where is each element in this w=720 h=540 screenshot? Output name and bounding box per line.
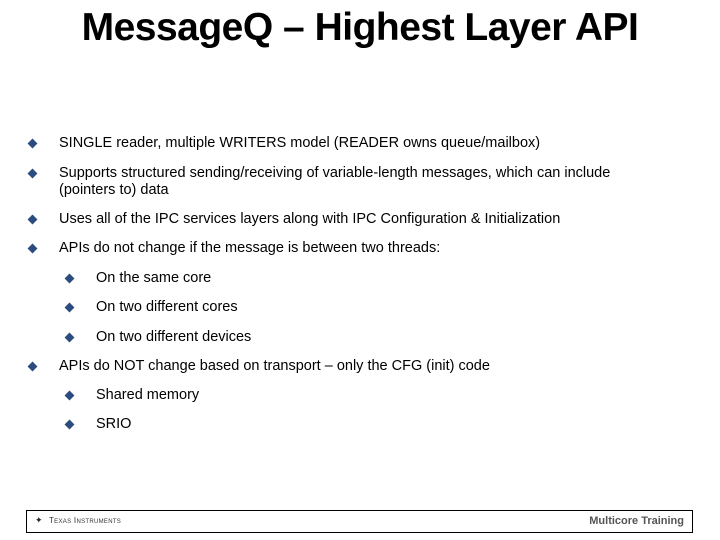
bullet-item: APIs do NOT change based on transport – … (27, 358, 649, 375)
bullet-text: Uses all of the IPC services layers alon… (59, 211, 561, 227)
texas-instruments-logo-icon: ✦ (35, 515, 43, 525)
bullet-text: SRIO (96, 416, 132, 432)
texas-instruments-logo: ✦ Texas Instruments (35, 515, 122, 526)
sub-bullet-item: SRIO (64, 416, 626, 433)
bullet-text: APIs do NOT change based on transport – … (59, 358, 490, 374)
sub-bullet-item: Shared memory (64, 387, 626, 404)
diamond-bullet-icon (64, 302, 75, 313)
bullet-text: Supports structured sending/receiving of… (59, 165, 611, 198)
slide-footer: ✦ Texas Instruments Multicore Training (26, 510, 693, 533)
bullet-text: APIs do not change if the message is bet… (59, 240, 441, 256)
sub-bullet-item: On two different cores (64, 299, 626, 316)
diamond-bullet-icon (27, 214, 38, 225)
bullet-text: On two different cores (96, 299, 238, 315)
bullet-item: APIs do not change if the message is bet… (27, 240, 649, 257)
bullet-text: On the same core (96, 270, 212, 286)
diamond-bullet-icon (64, 419, 75, 430)
sub-bullet-item: On the same core (64, 270, 626, 287)
bullet-item: Uses all of the IPC services layers alon… (27, 211, 649, 228)
bullet-text: Shared memory (96, 387, 200, 403)
diamond-bullet-icon (64, 273, 75, 284)
diamond-bullet-icon (27, 168, 38, 179)
diamond-bullet-icon (27, 361, 38, 372)
bullet-item: Supports structured sending/receiving of… (27, 165, 649, 199)
diamond-bullet-icon (64, 390, 75, 401)
footer-right-text: Multicore Training (589, 515, 684, 527)
diamond-bullet-icon (64, 332, 75, 343)
bullet-text: On two different devices (96, 329, 252, 345)
slide-title: MessageQ – Highest Layer API (81, 6, 639, 49)
logo-text: Texas Instruments (49, 516, 122, 525)
bullet-item: SINGLE reader, multiple WRITERS model (R… (27, 135, 649, 152)
bullet-text: SINGLE reader, multiple WRITERS model (R… (59, 135, 541, 151)
sub-bullet-item: On two different devices (64, 329, 626, 346)
diamond-bullet-icon (27, 243, 38, 254)
diamond-bullet-icon (27, 138, 38, 149)
